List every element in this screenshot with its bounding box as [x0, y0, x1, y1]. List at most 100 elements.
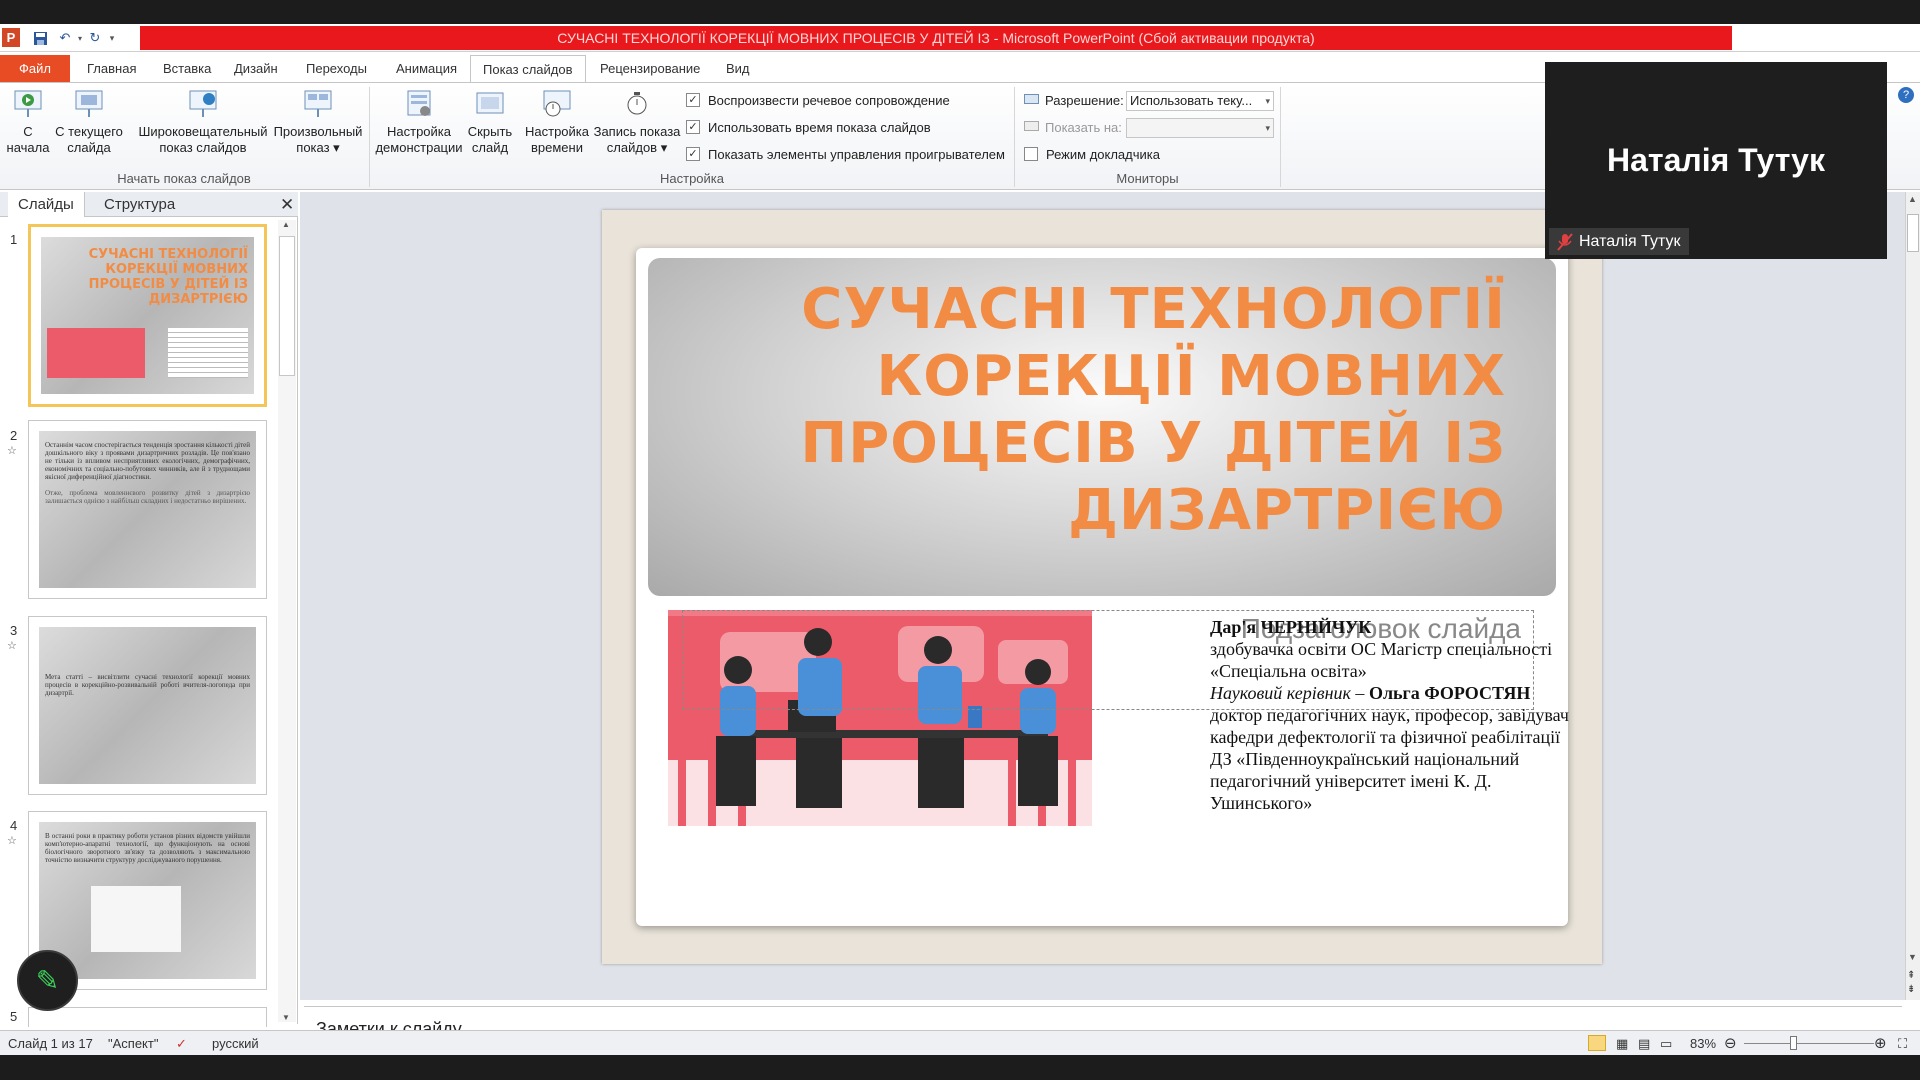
slide-counter: Слайд 1 из 17	[8, 1036, 93, 1051]
rehearse-timings-icon	[543, 90, 571, 117]
tab-outline[interactable]: Структура	[94, 192, 185, 217]
presenter-view-checkbox[interactable]: Режим докладчика	[1024, 145, 1160, 163]
slides-pane: Слайды Структура ✕ 1 СУЧАСНІ ТЕХНОЛОГІЇ …	[0, 192, 298, 1027]
show-on-select[interactable]: ▾	[1126, 118, 1274, 138]
custom-show-icon	[304, 90, 332, 117]
zoom-slider-thumb[interactable]	[1790, 1036, 1797, 1050]
save-icon[interactable]	[30, 28, 50, 48]
thumbnail-text-lines	[168, 328, 248, 378]
animation-star-icon: ☆	[7, 445, 17, 457]
rehearse-timings-button[interactable]: Настройка времени	[522, 89, 592, 156]
slide-thumbnail-5[interactable]	[28, 1007, 267, 1027]
resolution-row: Разрешение:	[1024, 91, 1124, 109]
from-current-label-1: С текущего	[55, 124, 123, 139]
theme-name: "Аспект"	[108, 1036, 159, 1051]
group-separator	[1280, 87, 1281, 187]
thumbnail-text: Останнім часом спостерігається тенденція…	[45, 441, 250, 481]
group-label-setup: Настройка	[660, 171, 724, 186]
zoom-in-icon[interactable]: ⊕	[1874, 1034, 1887, 1052]
spellcheck-icon[interactable]: ✓	[176, 1036, 187, 1052]
thumbnail-computers-image	[91, 886, 181, 952]
setup-show-button[interactable]: Настройка демонстрации	[373, 89, 465, 156]
scroll-down-icon[interactable]: ▼	[1908, 952, 1917, 962]
from-current-button[interactable]: С текущего слайда	[53, 89, 125, 156]
slide-title-box[interactable]: СУЧАСНІ ТЕХНОЛОГІЇ КОРЕКЦІЇ МОВНИХ ПРОЦЕ…	[648, 258, 1556, 596]
pane-tabs: Слайды Структура ✕	[0, 192, 298, 217]
powerpoint-window: P ↶ ▾ ↻ ▾ СУЧАСНІ ТЕХНОЛОГІЇ КОРЕКЦІЇ МО…	[0, 24, 1920, 1055]
tab-insert[interactable]: Вставка	[151, 55, 223, 82]
checkmark-icon: ✓	[686, 120, 700, 134]
hide-slide-button[interactable]: Скрыть слайд	[465, 89, 515, 156]
powerpoint-logo-icon: P	[2, 28, 20, 47]
slide-canvas[interactable]: СУЧАСНІ ТЕХНОЛОГІЇ КОРЕКЦІЇ МОВНИХ ПРОЦЕ…	[602, 210, 1602, 964]
slide-number-5: 5	[10, 1009, 18, 1024]
resolution-select[interactable]: Использовать теку... ▾	[1126, 91, 1274, 111]
normal-view-icon[interactable]	[1588, 1035, 1606, 1051]
from-current-label-2: слайда	[67, 140, 111, 155]
timings-checkbox[interactable]: ✓ Использовать время показа слайдов	[686, 118, 931, 136]
broadcast-icon	[189, 90, 217, 117]
slideshow-current-icon	[75, 90, 103, 117]
supervisor-info: доктор педагогічних наук, професор, заві…	[1210, 705, 1569, 813]
slide-editor: СУЧАСНІ ТЕХНОЛОГІЇ КОРЕКЦІЇ МОВНИХ ПРОЦЕ…	[300, 192, 1905, 1000]
slideshow-start-icon	[14, 90, 42, 117]
zoom-level[interactable]: 83%	[1690, 1036, 1716, 1051]
tab-view[interactable]: Вид	[714, 55, 762, 82]
tab-review[interactable]: Рецензирование	[588, 55, 712, 82]
media-controls-checkbox[interactable]: ✓ Показать элементы управления проигрыват…	[686, 145, 1005, 163]
show-on-row: Показать на:	[1024, 118, 1122, 136]
custom-show-label-1: Произвольный	[273, 124, 363, 139]
tab-transitions[interactable]: Переходы	[294, 55, 379, 82]
fit-to-window-icon[interactable]: ⛶	[1898, 1036, 1907, 1052]
scroll-down-icon[interactable]: ▼	[282, 1013, 290, 1022]
slideshow-view-icon[interactable]: ▭	[1660, 1036, 1672, 1052]
hide-slide-label-1: Скрыть	[467, 124, 513, 139]
scroll-up-icon[interactable]: ▲	[1908, 194, 1917, 204]
supervisor-name: Ольга ФОРОСТЯН	[1368, 683, 1531, 703]
annotate-pen-icon[interactable]: ✎	[17, 950, 78, 1011]
record-show-label-2: слайдов ▾	[606, 140, 668, 155]
thumbnail-illustration	[47, 328, 145, 378]
author-name: Дар'я ЧЕРНІЙЧУК	[1210, 617, 1372, 637]
custom-show-button[interactable]: Произвольный показ ▾	[272, 89, 364, 156]
setup-show-label-1: Настройка	[387, 124, 451, 139]
previous-slide-icon[interactable]: ⇞	[1907, 970, 1915, 981]
customize-qat-icon[interactable]: ▾	[102, 28, 122, 48]
group-label-start: Начать показ слайдов	[117, 171, 251, 186]
tab-design[interactable]: Дизайн	[222, 55, 290, 82]
tab-file[interactable]: Файл	[0, 55, 70, 82]
rehearse-timings-label-2: времени	[531, 140, 583, 155]
tab-home[interactable]: Главная	[75, 55, 148, 82]
slide-thumbnail-2[interactable]: Останнім часом спостерігається тенденція…	[28, 420, 267, 599]
video-participant-tile[interactable]: Наталія Тутук Наталія Тутук	[1545, 62, 1887, 259]
slide-thumbnail-1[interactable]: СУЧАСНІ ТЕХНОЛОГІЇ КОРЕКЦІЇ МОВНИХ ПРОЦЕ…	[28, 224, 267, 407]
presenter-view-label: Режим докладчика	[1046, 146, 1160, 162]
editor-scrollbar[interactable]: ▲ ▼ ⇞ ⇟	[1905, 192, 1920, 1000]
narration-checkbox[interactable]: ✓ Воспроизвести речевое сопровождение	[686, 91, 950, 109]
scrollbar-thumb[interactable]	[1907, 214, 1919, 252]
slide-author-text[interactable]: Дар'я ЧЕРНІЙЧУК здобувачка освіти ОС Маг…	[1210, 616, 1570, 814]
participant-name-large: Наталія Тутук	[1607, 142, 1825, 178]
tab-animation[interactable]: Анимация	[384, 55, 469, 82]
language[interactable]: русский	[212, 1036, 259, 1051]
reading-view-icon[interactable]: ▤	[1638, 1036, 1650, 1052]
tab-slideshow[interactable]: Показ слайдов	[470, 55, 586, 82]
resolution-value: Использовать теку...	[1130, 93, 1253, 108]
slide-sorter-icon[interactable]: ▦	[1616, 1036, 1628, 1052]
from-start-button[interactable]: Сначала	[3, 89, 53, 156]
tab-slides[interactable]: Слайды	[8, 192, 85, 217]
broadcast-label-1: Широковещательный	[138, 124, 268, 139]
slide-thumbnail-3[interactable]: Мета статті – висвітлити сучасні техноло…	[28, 616, 267, 795]
next-slide-icon[interactable]: ⇟	[1907, 984, 1915, 995]
scroll-up-icon[interactable]: ▲	[282, 220, 290, 229]
zoom-slider-track[interactable]	[1744, 1043, 1874, 1044]
help-icon[interactable]: ?	[1898, 87, 1914, 103]
broadcast-button[interactable]: Широковещательный показ слайдов	[135, 89, 271, 156]
zoom-out-icon[interactable]: ⊖	[1724, 1034, 1737, 1052]
setup-show-label-2: демонстрации	[375, 140, 463, 155]
thumbnails-scrollbar[interactable]: ▲ ▼	[278, 220, 296, 1022]
record-show-button[interactable]: Запись показа слайдов ▾	[592, 89, 682, 156]
chevron-down-icon: ▾	[1265, 96, 1270, 106]
scrollbar-thumb[interactable]	[279, 236, 295, 376]
chevron-down-icon: ▾	[1265, 123, 1270, 133]
